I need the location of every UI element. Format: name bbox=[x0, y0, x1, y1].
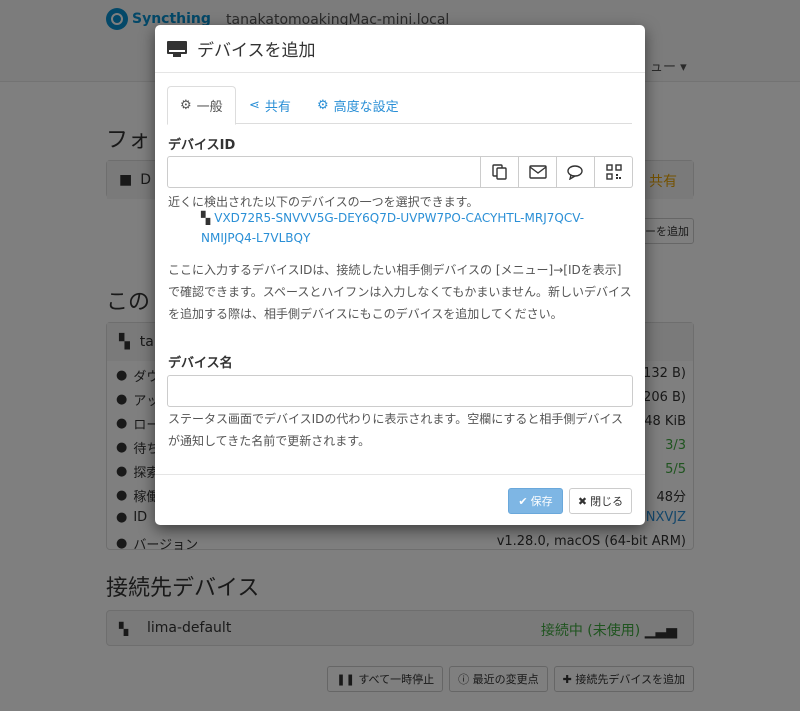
comments-icon bbox=[566, 165, 583, 180]
add-device-modal: デバイスを追加 ⚙ 一般 ⋖ 共有 ⚙ 高度な設定 デバイスID 近くに検出され… bbox=[155, 25, 645, 525]
device-name-input[interactable] bbox=[167, 375, 633, 407]
nearby-device-id: VXD72R5-SNVVV5G-DEY6Q7D-UVPW7PO-CACYHTL-… bbox=[201, 211, 585, 245]
modal-tabs: ⚙ 一般 ⋖ 共有 ⚙ 高度な設定 bbox=[167, 86, 632, 125]
gear-icon: ⚙ bbox=[180, 98, 192, 113]
close-icon: ✖ bbox=[577, 494, 588, 508]
device-name-help: ステータス画面でデバイスIDの代わりに表示されます。空欄にすると相手側デバイスが… bbox=[168, 412, 623, 448]
modal-header: デバイスを追加 bbox=[155, 25, 645, 73]
tab-sharing[interactable]: ⋖ 共有 bbox=[237, 86, 303, 124]
modal-title: デバイスを追加 bbox=[197, 41, 316, 61]
close-button[interactable]: ✖ 閉じる bbox=[569, 488, 632, 514]
device-id-input[interactable] bbox=[167, 156, 481, 188]
share-icon: ⋖ bbox=[249, 97, 260, 113]
tab-advanced[interactable]: ⚙ 高度な設定 bbox=[305, 86, 411, 124]
copy-icon bbox=[491, 164, 507, 180]
save-button[interactable]: ✔ 保存 bbox=[508, 488, 563, 514]
share-message-button[interactable] bbox=[557, 156, 595, 188]
monitor-icon bbox=[167, 40, 187, 57]
email-button[interactable] bbox=[519, 156, 557, 188]
qr-code-button[interactable] bbox=[595, 156, 633, 188]
modal-footer: ✔ 保存 ✖ 閉じる bbox=[155, 474, 645, 525]
envelope-icon bbox=[528, 165, 547, 179]
device-id-label: デバイスID bbox=[168, 138, 236, 153]
nearby-device-link[interactable]: ▚ VXD72R5-SNVVV5G-DEY6Q7D-UVPW7PO-CACYHTL… bbox=[201, 208, 626, 248]
tab-general[interactable]: ⚙ 一般 bbox=[167, 86, 236, 125]
check-icon: ✔ bbox=[518, 494, 528, 508]
device-name-label: デバイス名 bbox=[168, 356, 233, 371]
qrcode-icon bbox=[605, 164, 622, 180]
cogs-icon: ⚙ bbox=[317, 97, 329, 113]
device-icon: ▚ bbox=[201, 211, 211, 225]
copy-button[interactable] bbox=[481, 156, 519, 188]
device-id-help: ここに入力するデバイスIDは、接続したい相手側デバイスの [メニュー]→[IDを… bbox=[168, 263, 632, 321]
device-id-group bbox=[167, 156, 633, 188]
